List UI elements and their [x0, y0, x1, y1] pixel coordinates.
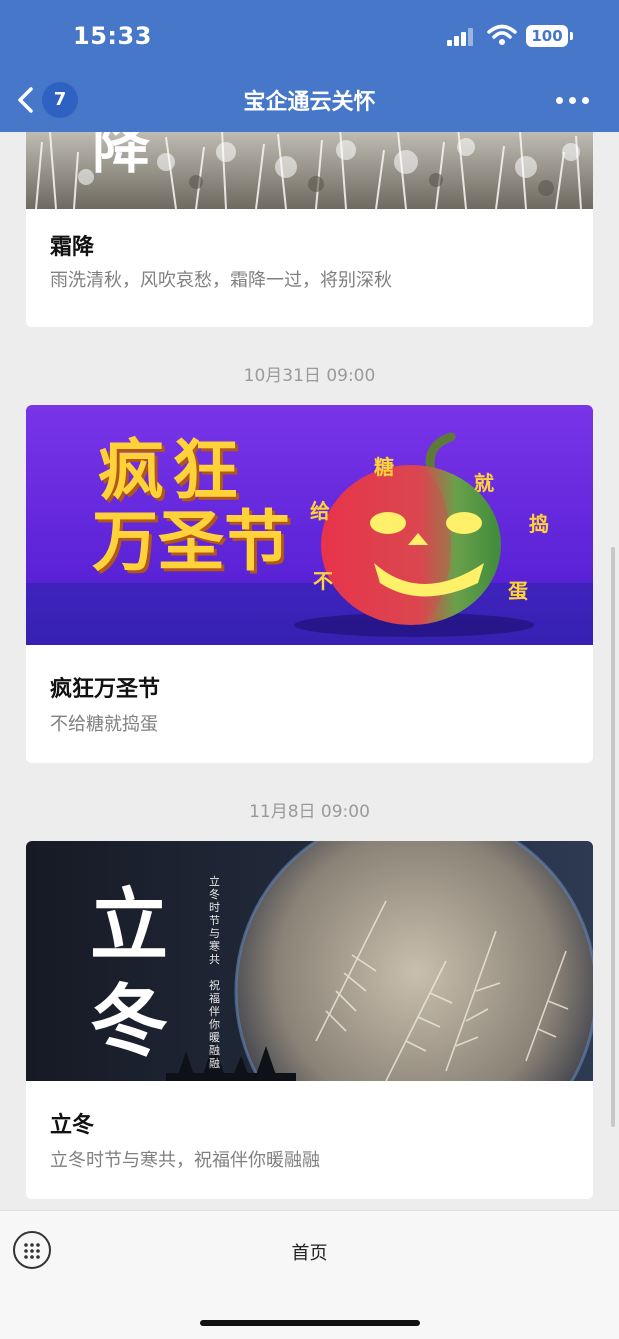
- card-description: 立冬时节与寒共，祝福伴你暖融融: [50, 1150, 320, 1171]
- card-title: 立冬: [50, 1113, 95, 1138]
- pumpkin-char: 蛋: [508, 579, 528, 603]
- frost-cover-image: 降: [26, 132, 593, 209]
- winter-cover-image: 立 冬 立冬时节与寒共 祝福伴你暖融融: [26, 841, 593, 1081]
- halloween-cover-image: 疯狂 万圣节 不 给 糖 就 捣 蛋: [26, 405, 593, 645]
- message-timestamp: 11月8日 09:00: [249, 802, 370, 822]
- article-card-winter[interactable]: 立 冬 立冬时节与寒共 祝福伴你暖融融 立冬 立冬时节与寒共，祝福伴你暖融融: [26, 841, 593, 1199]
- halloween-headline: 疯狂 万圣节: [92, 432, 290, 581]
- pumpkin-char: 给: [310, 499, 330, 523]
- vertical-scrollbar[interactable]: [611, 547, 615, 1127]
- card-title: 霜降: [50, 235, 95, 260]
- article-card-halloween[interactable]: 疯狂 万圣节 不 给 糖 就 捣 蛋 疯狂万圣节 不给糖就捣蛋: [26, 405, 593, 763]
- message-timestamp: 10月31日 09:00: [243, 366, 376, 386]
- pumpkin-char: 糖: [374, 455, 394, 479]
- wifi-icon: [487, 24, 517, 45]
- home-menu-item[interactable]: 首页: [0, 1239, 619, 1265]
- article-card-frost[interactable]: 降 霜降 雨洗清秋，风吹哀愁，霜降一过，将别深秋: [26, 132, 593, 327]
- nav-bar: 7 宝企通云关怀: [0, 70, 619, 132]
- cellular-signal-icon: [447, 28, 475, 46]
- winter-vertical-text-1: 立冬时节与寒共: [209, 875, 220, 966]
- battery-indicator: 100: [526, 25, 573, 47]
- card-description: 不给糖就捣蛋: [50, 714, 158, 735]
- winter-big-char-2: 冬: [90, 976, 169, 1067]
- more-options-button[interactable]: [556, 94, 590, 106]
- message-feed[interactable]: 降 霜降 雨洗清秋，风吹哀愁，霜降一过，将别深秋 10月31日 09:00 疯狂…: [0, 132, 619, 1210]
- frost-cover-text: 降: [92, 132, 151, 181]
- card-title: 疯狂万圣节: [50, 677, 161, 702]
- status-time: 15:33: [73, 22, 152, 50]
- home-indicator: [200, 1320, 420, 1326]
- card-description: 雨洗清秋，风吹哀愁，霜降一过，将别深秋: [50, 270, 392, 291]
- pumpkin-char: 不: [313, 569, 333, 593]
- bottom-bar: 首页: [0, 1210, 619, 1339]
- pumpkin-char: 捣: [529, 512, 549, 536]
- pumpkin-char: 就: [474, 471, 494, 495]
- app-header: 15:33 100 7 宝企通云关怀: [0, 0, 619, 132]
- page-title: 宝企通云关怀: [243, 90, 376, 115]
- status-bar: 15:33 100: [0, 0, 619, 70]
- winter-vertical-text-2: 祝福伴你暖融融: [209, 979, 220, 1070]
